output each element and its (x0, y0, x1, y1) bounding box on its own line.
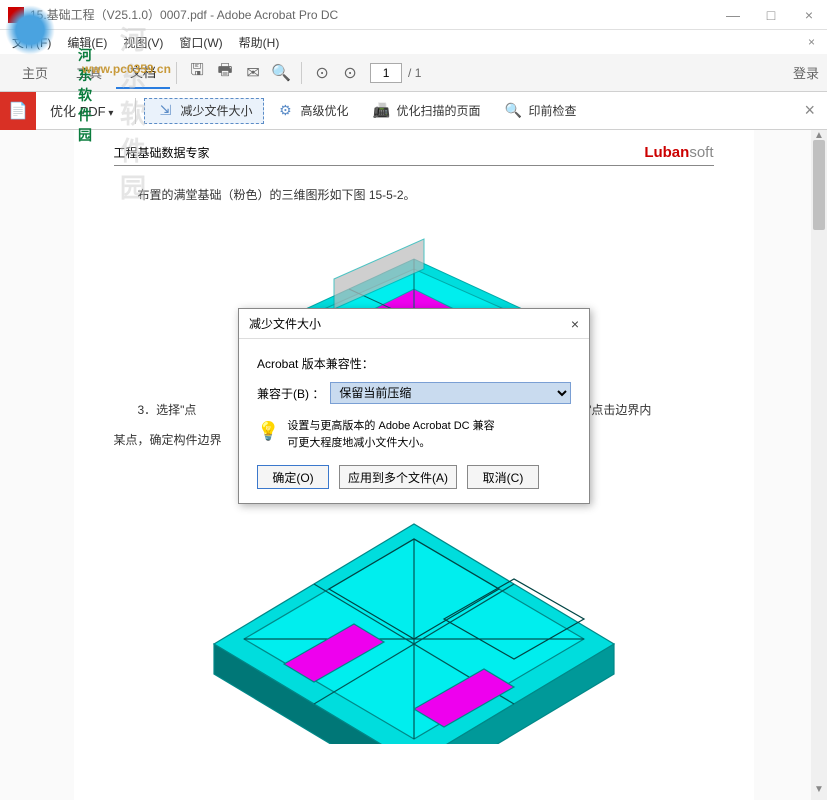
separator (301, 62, 302, 84)
dialog-title-text: 减少文件大小 (249, 315, 321, 332)
menu-close-button[interactable]: × (802, 35, 821, 49)
preflight-button[interactable]: 🔍 印前检查 (492, 102, 588, 120)
cancel-button[interactable]: 取消(C) (467, 465, 539, 489)
menu-edit[interactable]: 编辑(E) (61, 32, 113, 53)
compat-label: 兼容于(B) ： (257, 385, 324, 402)
menu-help[interactable]: 帮助(H) (233, 32, 286, 53)
tab-bar: 主页 工具 文档 🖫 🖶 ✉ 🔍 ⊙ ⊙ / 1 登录 (0, 54, 827, 92)
lightbulb-icon: 💡 (257, 418, 279, 451)
reduce-file-size-button[interactable]: ⇲ 减少文件大小 (144, 98, 264, 124)
scan-icon: 📠 (372, 102, 390, 120)
dialog-section-label: Acrobat 版本兼容性： (257, 355, 571, 372)
advanced-label: 高级优化 (300, 102, 348, 119)
doc-paragraph-1: 布置的满堂基础（粉色）的三维图形如下图 15-5-2。 (114, 184, 714, 207)
print-icon[interactable]: 🖶 (211, 59, 239, 87)
menu-view[interactable]: 视图(V) (117, 32, 169, 53)
close-toolbar-button[interactable]: × (792, 100, 827, 121)
doc-brand: Lubansoft (644, 144, 713, 161)
isometric-drawing-2 (154, 464, 674, 744)
menu-file[interactable]: 文件(F) (6, 32, 57, 53)
doc-header: 工程基础数据专家 Lubansoft (114, 140, 714, 166)
menu-bar: 文件(F) 编辑(E) 视图(V) 窗口(W) 帮助(H) × (0, 30, 827, 54)
hint-line-2: 可更大程度地减小文件大小。 (287, 435, 494, 452)
page-down-icon[interactable]: ⊙ (336, 59, 364, 87)
tab-home[interactable]: 主页 (8, 57, 62, 88)
dialog-buttons: 确定(O) 应用到多个文件(A) 取消(C) (257, 465, 571, 489)
advanced-optimize-button[interactable]: ⚙ 高级优化 (264, 102, 360, 120)
page-total: / 1 (408, 66, 421, 80)
dialog-close-button[interactable]: × (571, 316, 579, 332)
reduce-file-size-dialog: 减少文件大小 × Acrobat 版本兼容性： 兼容于(B) ： 保留当前压缩 … (238, 308, 590, 504)
hint-line-1: 设置与更高版本的 Adobe Acrobat DC 兼容 (287, 418, 494, 435)
tool-category-icon[interactable]: 📄 (0, 92, 36, 130)
dialog-hint: 💡 设置与更高版本的 Adobe Acrobat DC 兼容 可更大程度地减小文… (257, 418, 571, 451)
dialog-body: Acrobat 版本兼容性： 兼容于(B) ： 保留当前压缩 💡 设置与更高版本… (239, 339, 589, 503)
save-icon[interactable]: 🖫 (183, 59, 211, 87)
page-number-input[interactable] (370, 63, 402, 83)
preflight-icon: 🔍 (504, 102, 522, 120)
preflight-label: 印前检查 (528, 102, 576, 119)
compatibility-field: 兼容于(B) ： 保留当前压缩 (257, 382, 571, 404)
reduce-icon: ⇲ (156, 102, 174, 120)
close-window-button[interactable]: × (799, 7, 819, 23)
menu-window[interactable]: 窗口(W) (173, 32, 228, 53)
page-up-icon[interactable]: ⊙ (308, 59, 336, 87)
separator (176, 62, 177, 84)
search-icon[interactable]: 🔍 (267, 59, 295, 87)
tab-document[interactable]: 文档 (116, 56, 170, 89)
separator (135, 98, 136, 124)
optimize-toolbar: 📄 优化 PDF ⇲ 减少文件大小 ⚙ 高级优化 📠 优化扫描的页面 🔍 印前检… (0, 92, 827, 130)
ok-button[interactable]: 确定(O) (257, 465, 329, 489)
window-titlebar: 15.基础工程（V25.1.0）0007.pdf - Adobe Acrobat… (0, 0, 827, 30)
reduce-label: 减少文件大小 (180, 102, 252, 119)
mail-icon[interactable]: ✉ (239, 59, 267, 87)
advanced-icon: ⚙ (276, 102, 294, 120)
vertical-scrollbar[interactable]: ▲ ▼ (811, 130, 827, 800)
maximize-button[interactable]: □ (761, 7, 781, 23)
optimize-pdf-dropdown[interactable]: 优化 PDF (36, 101, 127, 120)
scroll-thumb[interactable] (813, 140, 825, 230)
login-button[interactable]: 登录 (793, 63, 819, 82)
dialog-titlebar: 减少文件大小 × (239, 309, 589, 339)
window-title: 15.基础工程（V25.1.0）0007.pdf - Adobe Acrobat… (30, 6, 723, 23)
tab-tools[interactable]: 工具 (62, 57, 116, 88)
scan-label: 优化扫描的页面 (396, 102, 480, 119)
app-icon (8, 7, 24, 23)
compat-select[interactable]: 保留当前压缩 (330, 382, 571, 404)
minimize-button[interactable]: — (723, 7, 743, 23)
doc-header-left: 工程基础数据专家 (114, 144, 210, 161)
scroll-down-arrow[interactable]: ▼ (811, 784, 827, 800)
apply-multiple-button[interactable]: 应用到多个文件(A) (339, 465, 457, 489)
figure-2 (114, 464, 714, 752)
optimize-scan-button[interactable]: 📠 优化扫描的页面 (360, 102, 492, 120)
